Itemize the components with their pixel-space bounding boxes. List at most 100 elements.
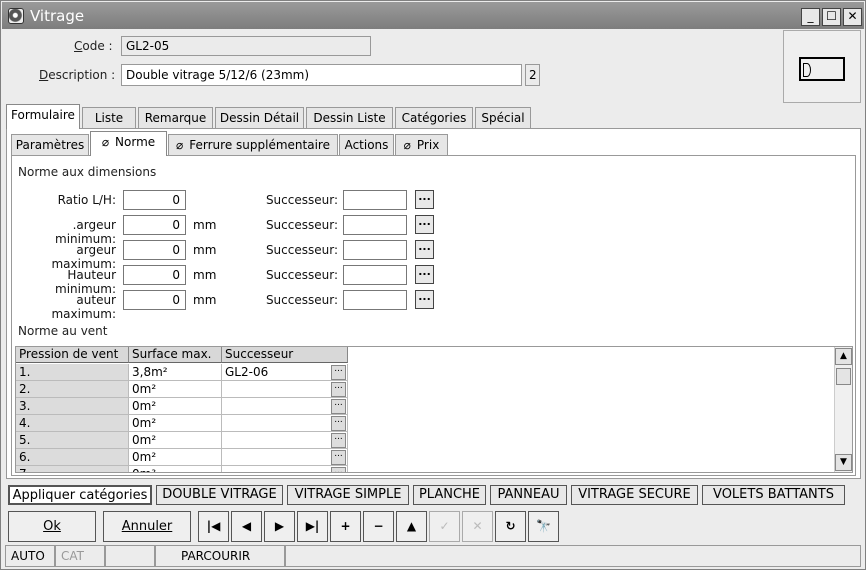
delete-record-icon[interactable]: − (363, 511, 394, 542)
successor-input[interactable] (343, 215, 407, 235)
sub-tab-prix[interactable]: ⌀ Prix (395, 134, 448, 156)
grid-row[interactable]: 7.0m²... (16, 466, 348, 472)
category-button[interactable]: VITRAGE SECURE (571, 485, 698, 505)
main-tab-catégories[interactable]: Catégories (395, 107, 473, 129)
first-record-icon[interactable]: |◀ (198, 511, 229, 542)
successor-input[interactable] (343, 290, 407, 310)
grid-cell: 5. (16, 432, 129, 449)
grid-row[interactable]: 2. 0m²... (16, 381, 348, 398)
sub-tab-label: Paramètres (15, 138, 85, 152)
scroll-down-icon[interactable]: ▼ (835, 454, 852, 471)
grid-cell[interactable]: 0m² (129, 432, 222, 449)
category-button[interactable]: PANNEAU (490, 485, 567, 505)
last-record-icon[interactable]: ▶| (297, 511, 328, 542)
apply-categories-button[interactable]: Appliquer catégories (8, 485, 152, 505)
successor-browse-button[interactable]: ... (415, 240, 434, 259)
grid-cell[interactable]: 0m² (129, 466, 222, 472)
grid-cell[interactable]: GL2-06 (222, 364, 348, 381)
sub-tab-norme[interactable]: ⌀ Norme (90, 131, 167, 156)
dimension-value-input[interactable]: 0 (123, 290, 186, 310)
minimize-button[interactable]: _ (801, 8, 820, 26)
category-button[interactable]: VITRAGE SIMPLE (287, 485, 409, 505)
main-tab-spécial[interactable]: Spécial (475, 107, 531, 129)
grid-cell-browse-button[interactable]: ... (331, 467, 346, 472)
main-tab-liste[interactable]: Liste (82, 107, 136, 129)
main-tab-remarque[interactable]: Remarque (138, 107, 213, 129)
successor-browse-button[interactable]: ... (415, 215, 434, 234)
successor-input[interactable] (343, 190, 407, 210)
grid-cell-browse-button[interactable]: ... (331, 399, 346, 414)
grid-cell[interactable]: 3,8m² (129, 364, 222, 381)
grid-cell[interactable]: 0m² (129, 449, 222, 466)
grid-cell[interactable] (222, 398, 348, 415)
dimension-unit: mm (193, 268, 217, 282)
close-button[interactable]: ✕ (843, 8, 862, 26)
sub-tab-ferrure-supplémentaire[interactable]: ⌀ Ferrure supplémentaire (168, 134, 338, 156)
status-mode: AUTO (5, 545, 55, 567)
previous-record-icon[interactable]: ◀ (231, 511, 262, 542)
successor-input[interactable] (343, 265, 407, 285)
search-binoculars-icon[interactable]: 🔭 (528, 511, 559, 542)
grid-row[interactable]: 6. 0m²... (16, 449, 348, 466)
main-tab-formulaire[interactable]: Formulaire (6, 104, 80, 129)
successor-browse-button[interactable]: ... (415, 290, 434, 309)
grid-cell: 7. (16, 466, 129, 472)
dimension-value-input[interactable]: 0 (123, 265, 186, 285)
grid-cell-browse-button[interactable]: ... (331, 416, 346, 431)
category-button[interactable]: DOUBLE VITRAGE (156, 485, 283, 505)
grid-row[interactable]: 5. 0m²... (16, 432, 348, 449)
grid-cell: 3. (16, 398, 129, 415)
dimension-value-input[interactable]: 0 (123, 240, 186, 260)
code-field[interactable]: GL2-05 (121, 36, 371, 56)
move-up-icon[interactable]: ▲ (396, 511, 427, 542)
vitrage-window: Vitrage _ ☐ ✕ Code : GL2-05 Description … (0, 0, 866, 570)
dimension-value-input[interactable]: 0 (123, 190, 186, 210)
dimension-label: auteur maximum: (51, 293, 116, 321)
grid-column-header[interactable]: Successeur (222, 347, 348, 363)
grid-column-header[interactable]: Pression de vent (16, 347, 129, 363)
maximize-button[interactable]: ☐ (822, 8, 841, 26)
grid-cell[interactable] (222, 466, 348, 472)
category-button[interactable]: PLANCHE (413, 485, 486, 505)
description-language-badge[interactable]: 2 (525, 64, 540, 86)
main-tab-dessin-détail[interactable]: Dessin Détail (215, 107, 304, 129)
status-cat: CAT (55, 545, 105, 567)
grid-cell: 4. (16, 415, 129, 432)
sub-tab-label: Ferrure supplémentaire (189, 138, 330, 152)
grid-row[interactable]: 1. 3,8m² GL2-06... (16, 364, 348, 381)
sub-tab-actions[interactable]: Actions (339, 134, 394, 156)
description-field[interactable]: Double vitrage 5/12/6 (23mm) (121, 64, 522, 86)
grid-row[interactable]: 3. 0m²... (16, 398, 348, 415)
grid-cell[interactable] (222, 449, 348, 466)
grid-cell-browse-button[interactable]: ... (331, 450, 346, 465)
successor-browse-button[interactable]: ... (415, 190, 434, 209)
grid-cell-browse-button[interactable]: ... (331, 382, 346, 397)
successor-input[interactable] (343, 240, 407, 260)
grid-cell[interactable] (222, 381, 348, 398)
refresh-icon[interactable]: ↻ (495, 511, 526, 542)
grid-vertical-scrollbar[interactable]: ▲ ▼ (834, 347, 852, 472)
grid-cell[interactable] (222, 415, 348, 432)
cancel-button[interactable]: Annuler (103, 511, 191, 542)
grid-cell[interactable]: 0m² (129, 415, 222, 432)
wind-grid: Pression de vent Surface max. Successeur 1… (15, 346, 853, 473)
grid-cell-browse-button[interactable]: ... (331, 433, 346, 448)
next-record-icon[interactable]: ▶ (264, 511, 295, 542)
dimension-value-input[interactable]: 0 (123, 215, 186, 235)
successor-browse-button[interactable]: ... (415, 265, 434, 284)
grid-cell[interactable]: 0m² (129, 398, 222, 415)
scroll-up-icon[interactable]: ▲ (835, 348, 852, 365)
grid-cell[interactable]: 0m² (129, 381, 222, 398)
scroll-thumb[interactable] (836, 368, 851, 385)
sub-tab-paramètres[interactable]: Paramètres (11, 134, 89, 156)
grid-column-header[interactable]: Surface max. (129, 347, 222, 363)
grid-row[interactable]: 4. 0m²... (16, 415, 348, 432)
grid-cell: 1. (16, 364, 129, 381)
grid-cell[interactable] (222, 432, 348, 449)
category-button[interactable]: VOLETS BATTANTS (702, 485, 845, 505)
add-record-icon[interactable]: + (330, 511, 361, 542)
main-tab-dessin-liste[interactable]: Dessin Liste (306, 107, 393, 129)
ok-button[interactable]: Ok (8, 511, 96, 542)
title-bar[interactable]: Vitrage _ ☐ ✕ (2, 2, 864, 29)
grid-cell-browse-button[interactable]: ... (331, 365, 346, 380)
